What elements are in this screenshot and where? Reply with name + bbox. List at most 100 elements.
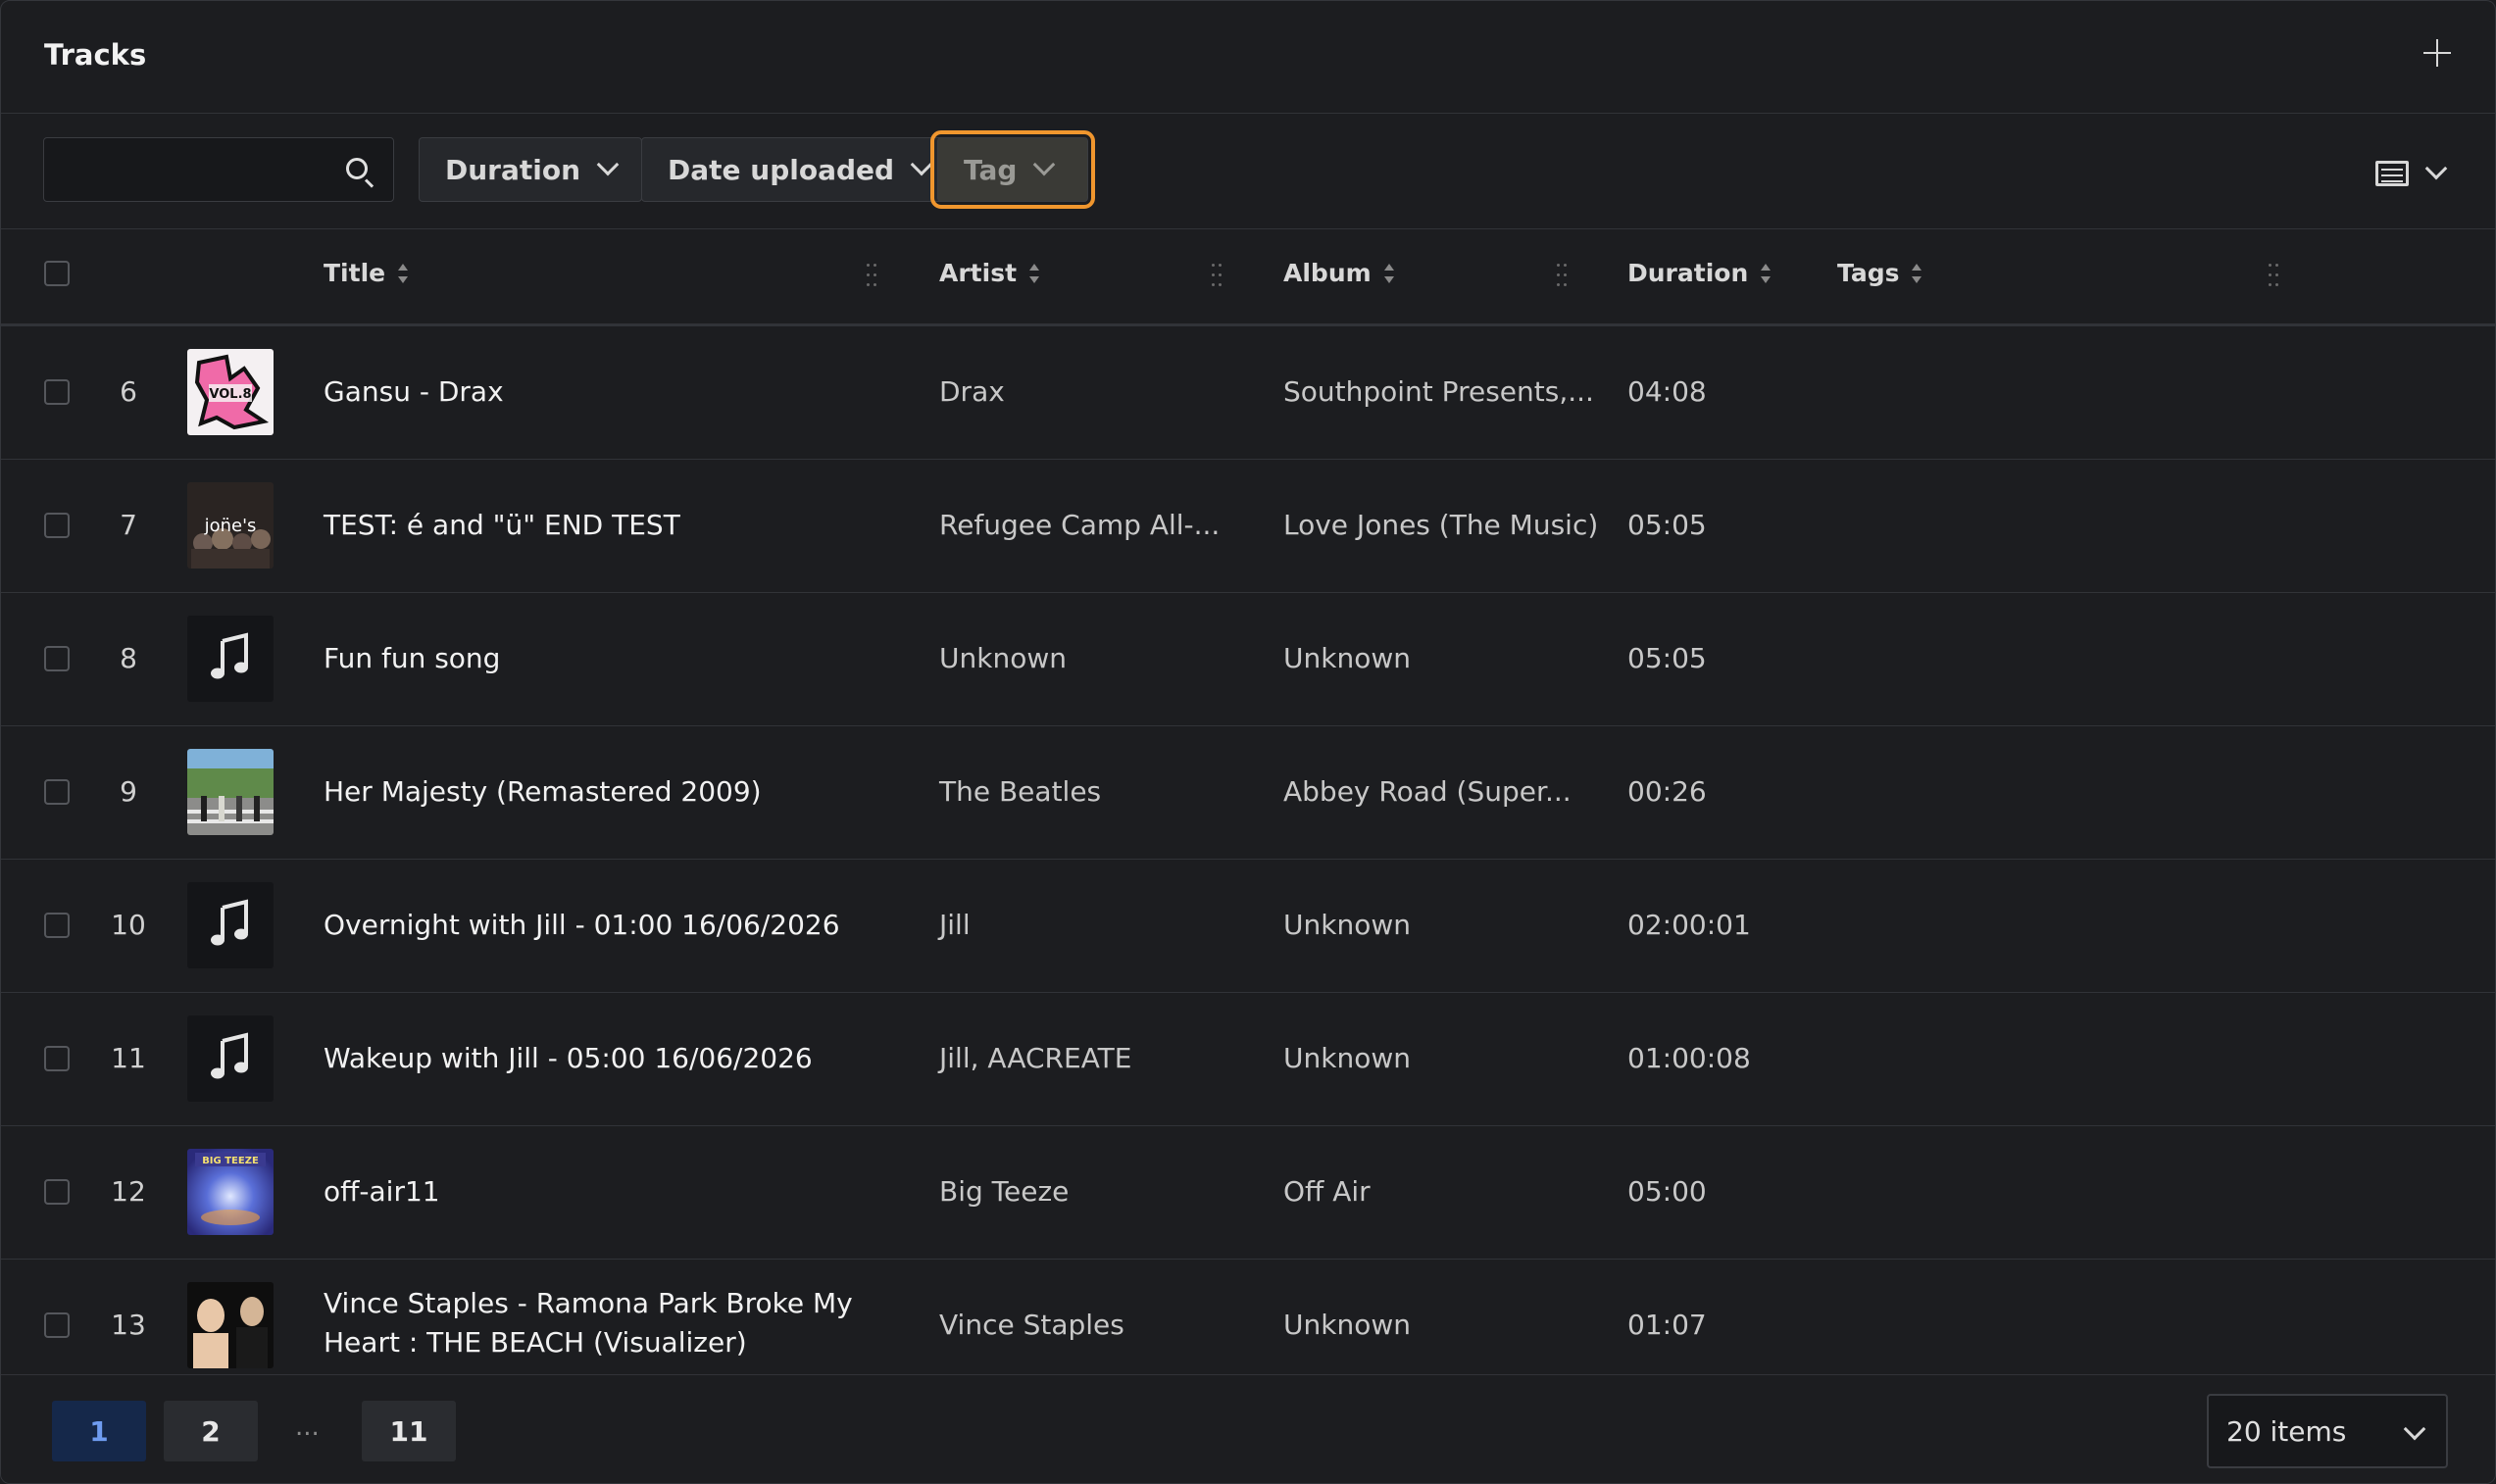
track-duration: 04:08 <box>1627 375 1707 408</box>
sort-icon[interactable] <box>1760 261 1772 286</box>
track-title[interactable]: Wakeup with Jill - 05:00 16/06/2026 <box>324 1042 813 1074</box>
table-view-icon <box>2375 161 2409 186</box>
table-row[interactable]: 9 Her Majesty (Remastered 2009) The Beat… <box>1 726 2495 860</box>
column-album[interactable]: Album <box>1283 259 1394 287</box>
row-checkbox[interactable] <box>44 646 70 671</box>
track-album: Southpoint Presents,... <box>1283 375 1594 408</box>
row-number: 8 <box>120 642 137 674</box>
column-tags[interactable]: Tags <box>1837 259 1922 287</box>
track-artist: Refugee Camp All-... <box>939 509 1221 541</box>
album-art-text: jon̈e's <box>204 516 257 536</box>
table-row[interactable]: 6 VOL.8 Gansu - Drax Drax Southpoint Pre… <box>1 326 2495 460</box>
search-input[interactable] <box>56 148 334 193</box>
track-title[interactable]: TEST: é and "ü" END TEST <box>324 509 680 541</box>
track-artist: Jill, AACREATE <box>939 1042 1132 1074</box>
track-title[interactable]: Overnight with Jill - 01:00 16/06/2026 <box>324 909 840 941</box>
track-album: Unknown <box>1283 909 1411 941</box>
track-title-line2[interactable]: Heart : THE BEACH (Visualizer) <box>324 1326 747 1359</box>
track-duration: 02:00:01 <box>1627 909 1751 941</box>
row-number: 9 <box>120 775 137 808</box>
album-art-text: VOL.8 <box>209 387 251 402</box>
column-duration[interactable]: Duration <box>1627 259 1772 287</box>
track-artist: The Beatles <box>939 775 1102 808</box>
column-artist[interactable]: Artist <box>939 259 1040 287</box>
row-checkbox[interactable] <box>44 1046 70 1071</box>
column-title-label: Title <box>324 259 386 287</box>
page-title: Tracks <box>44 38 147 72</box>
sort-icon[interactable] <box>1028 261 1040 286</box>
track-album: Off Air <box>1283 1175 1371 1208</box>
search-icon[interactable] <box>346 158 368 179</box>
page-button-2[interactable]: 2 <box>164 1401 258 1461</box>
view-toggle[interactable] <box>2375 157 2448 186</box>
date-uploaded-filter-button[interactable]: Date uploaded <box>641 137 957 202</box>
column-resize-handle[interactable] <box>1555 262 1569 289</box>
track-album: Unknown <box>1283 642 1411 674</box>
track-duration: 05:05 <box>1627 642 1707 674</box>
row-number: 12 <box>111 1175 146 1208</box>
table-row[interactable]: 8 Fun fun song Unknown Unknown 05:05 <box>1 593 2495 726</box>
row-checkbox[interactable] <box>44 1312 70 1338</box>
track-artist: Vince Staples <box>939 1309 1124 1341</box>
tag-filter-label: Tag <box>964 153 1018 186</box>
column-album-label: Album <box>1283 259 1372 287</box>
track-duration: 05:00 <box>1627 1175 1707 1208</box>
pagination-ellipsis: ... <box>295 1412 320 1442</box>
column-title[interactable]: Title <box>324 259 409 287</box>
page-size-select[interactable]: 20 items <box>2207 1394 2448 1468</box>
sort-icon[interactable] <box>1383 261 1394 286</box>
track-title[interactable]: Vince Staples - Ramona Park Broke My <box>324 1287 853 1319</box>
chevron-down-icon <box>2403 1417 2426 1441</box>
page-button-1[interactable]: 1 <box>52 1401 146 1461</box>
track-album: Love Jones (The Music) <box>1283 509 1599 541</box>
track-title[interactable]: off-air11 <box>324 1175 440 1208</box>
table-header: Title Artist Album Duration Tags <box>1 229 2495 326</box>
row-number: 13 <box>111 1309 146 1341</box>
table-row[interactable]: 13 Vince Staples - Ramona Park Broke My … <box>1 1260 2495 1392</box>
track-title[interactable]: Her Majesty (Remastered 2009) <box>324 775 762 808</box>
row-number: 7 <box>120 509 137 541</box>
chevron-down-icon <box>2424 157 2448 180</box>
chevron-down-icon <box>910 153 933 176</box>
row-checkbox[interactable] <box>44 379 70 405</box>
row-checkbox[interactable] <box>44 913 70 938</box>
album-art: VOL.8 <box>187 349 274 435</box>
track-duration: 00:26 <box>1627 775 1707 808</box>
column-resize-handle[interactable] <box>865 262 878 289</box>
album-art: jon̈e's <box>187 482 274 569</box>
row-checkbox[interactable] <box>44 779 70 805</box>
panel-header: Tracks <box>1 1 2495 114</box>
select-all-checkbox[interactable] <box>44 261 70 286</box>
column-resize-handle[interactable] <box>1210 262 1223 289</box>
page-size-label: 20 items <box>2226 1414 2347 1448</box>
album-art <box>187 1282 274 1368</box>
album-art <box>187 749 274 835</box>
chevron-down-icon <box>596 153 620 176</box>
tracks-panel: Tracks Duration Date uploaded Tag Title <box>0 0 2496 1484</box>
row-number: 6 <box>120 375 137 408</box>
filter-toolbar: Duration Date uploaded Tag <box>1 114 2495 229</box>
track-artist: Drax <box>939 375 1005 408</box>
tag-filter-button[interactable]: Tag <box>930 130 1095 209</box>
table-row[interactable]: 10 Overnight with Jill - 01:00 16/06/202… <box>1 860 2495 993</box>
row-checkbox[interactable] <box>44 513 70 538</box>
music-note-icon <box>187 1015 274 1102</box>
chevron-down-icon <box>1033 153 1056 176</box>
table-row[interactable]: 12 BIG TEEZE off-air11 Big Teeze Off Air… <box>1 1126 2495 1260</box>
track-duration: 05:05 <box>1627 509 1707 541</box>
album-art-text: BIG TEEZE <box>202 1156 259 1166</box>
table-row[interactable]: 7 jon̈e's TEST: é and "ü" END TEST Refug… <box>1 460 2495 593</box>
page-button-11[interactable]: 11 <box>362 1401 456 1461</box>
column-artist-label: Artist <box>939 259 1018 287</box>
duration-filter-button[interactable]: Duration <box>419 137 643 202</box>
column-resize-handle[interactable] <box>2267 262 2280 289</box>
track-title[interactable]: Gansu - Drax <box>324 375 504 408</box>
row-checkbox[interactable] <box>44 1179 70 1205</box>
search-box[interactable] <box>43 137 394 202</box>
table-row[interactable]: 11 Wakeup with Jill - 05:00 16/06/2026 J… <box>1 993 2495 1126</box>
track-title[interactable]: Fun fun song <box>324 642 500 674</box>
sort-icon[interactable] <box>397 261 409 286</box>
plus-icon[interactable] <box>2421 36 2454 70</box>
sort-icon[interactable] <box>1911 261 1922 286</box>
track-album: Abbey Road (Super... <box>1283 775 1572 808</box>
